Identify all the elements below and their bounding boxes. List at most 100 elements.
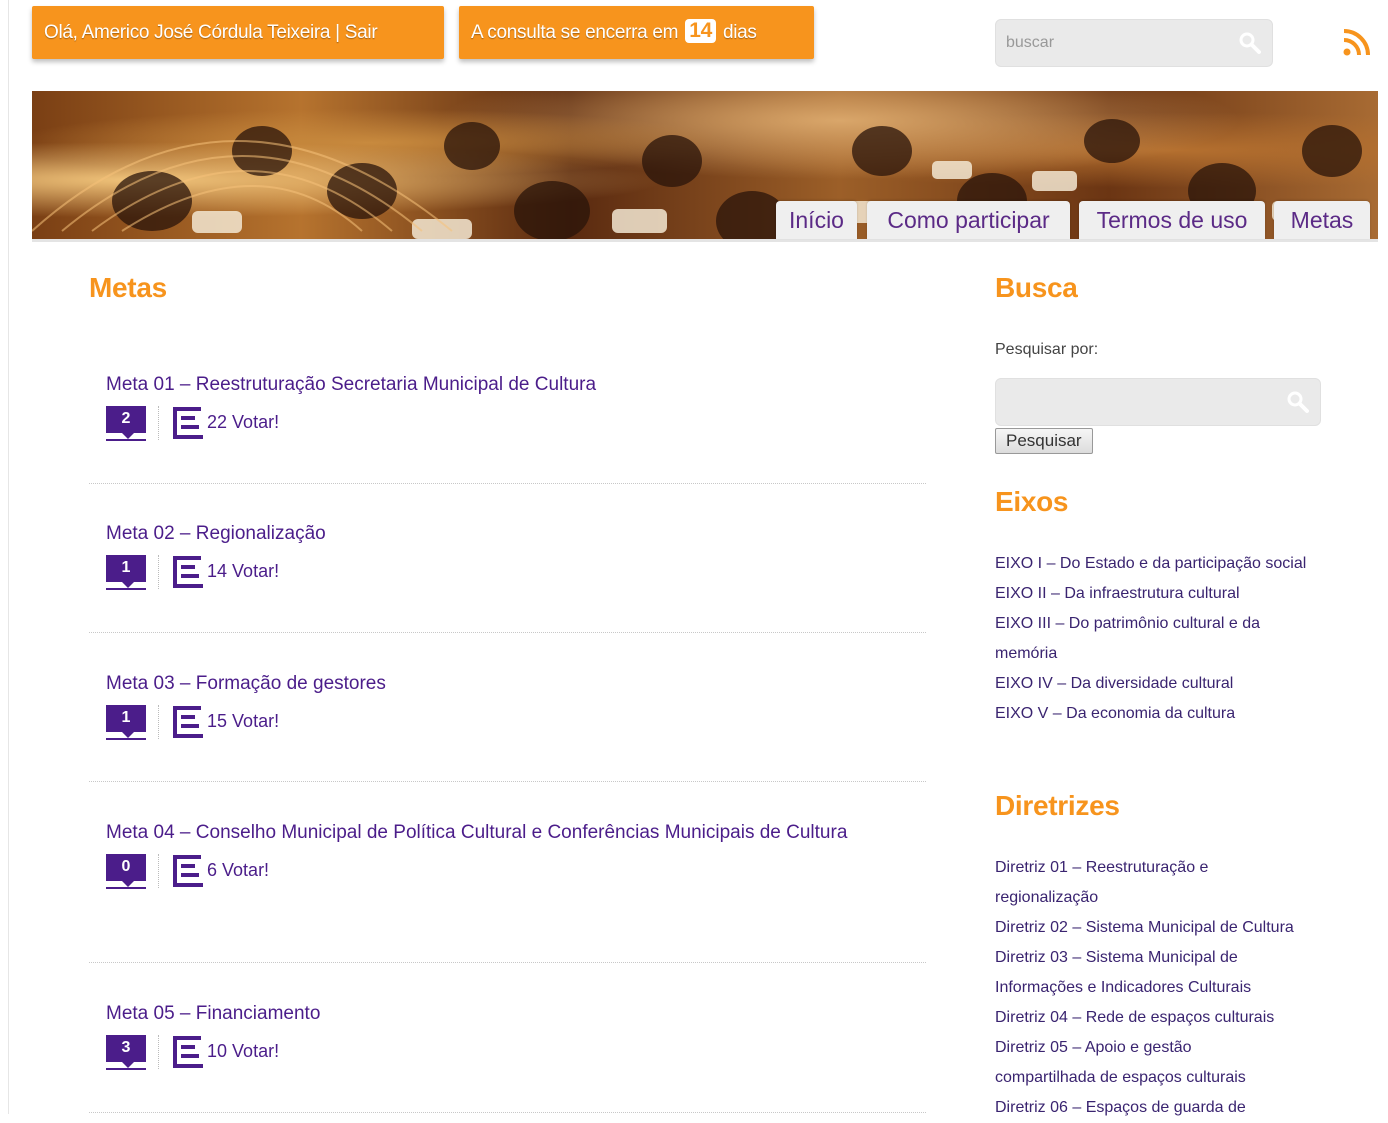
vote-label: Votar! — [222, 860, 270, 880]
vote-action[interactable]: 15 Votar! — [207, 709, 279, 733]
countdown-days-badge: 14 — [685, 19, 716, 43]
list-item: Diretriz 03 – Sistema Municipal de Infor… — [995, 943, 1295, 1003]
vote-label: Votar! — [232, 412, 280, 432]
list-separator — [89, 483, 926, 484]
stat-divider — [158, 1035, 159, 1069]
diretriz-link[interactable]: Diretriz 02 – Sistema Municipal de Cultu… — [995, 919, 1294, 936]
tab-metas[interactable]: Metas — [1274, 201, 1370, 239]
comment-badge-underline — [106, 1068, 146, 1070]
vote-count: 22 — [207, 412, 228, 432]
countdown-prefix: A consulta se encerra em — [471, 22, 679, 43]
list-item: EIXO I – Do Estado e da participação soc… — [995, 549, 1315, 579]
sidebar-search-title: Busca — [995, 272, 1078, 303]
meta-stats: 1 14 Votar! — [106, 555, 926, 595]
stat-divider — [158, 406, 159, 440]
header-search-input[interactable] — [996, 20, 1226, 66]
banner-divider — [32, 239, 1378, 242]
sidebar-search-input[interactable] — [996, 379, 1266, 425]
comment-count: 3 — [106, 1035, 146, 1062]
comment-count-badge[interactable]: 1 — [106, 555, 146, 591]
list-item: Meta 02 – Regionalização 1 14 Votar! — [89, 519, 926, 595]
comment-count: 1 — [106, 555, 146, 582]
bar-list-icon — [173, 855, 203, 887]
rss-icon[interactable] — [1342, 27, 1372, 57]
bar-list-icon — [173, 706, 203, 738]
list-item: Diretriz 02 – Sistema Municipal de Cultu… — [995, 913, 1325, 943]
list-item: Diretriz 06 – Espaços de guarda de — [995, 1093, 1325, 1123]
eixo-link[interactable]: EIXO II – Da infraestrutura cultural — [995, 585, 1240, 602]
search-icon[interactable] — [1238, 31, 1262, 55]
diretriz-link[interactable]: Diretriz 03 – Sistema Municipal de Infor… — [995, 949, 1251, 996]
comment-count: 2 — [106, 406, 146, 433]
page-edge — [8, 0, 9, 1114]
comment-count-badge[interactable]: 3 — [106, 1035, 146, 1071]
vote-count: 15 — [207, 711, 228, 731]
sidebar-search-label: Pesquisar por: — [995, 341, 1099, 358]
countdown-suffix: dias — [722, 22, 757, 43]
tab-inicio[interactable]: Início — [776, 201, 857, 239]
comment-count-badge[interactable]: 2 — [106, 406, 146, 442]
list-separator — [89, 1112, 926, 1113]
page-title: Metas — [89, 272, 167, 303]
meta-title-link[interactable]: Meta 02 – Regionalização — [106, 519, 926, 549]
list-item: EIXO II – Da infraestrutura cultural — [995, 579, 1315, 609]
eixo-link[interactable]: EIXO I – Do Estado e da participação soc… — [995, 555, 1306, 572]
tab-termos-de-uso[interactable]: Termos de uso — [1079, 201, 1265, 239]
list-item: EIXO III – Do patrimônio cultural e da m… — [995, 609, 1315, 669]
comment-badge-underline — [106, 887, 146, 889]
list-separator — [89, 962, 926, 963]
consultation-countdown: A consulta se encerra em 14 dias — [459, 6, 814, 59]
list-item: Meta 04 – Conselho Municipal de Política… — [89, 818, 926, 894]
list-item: Meta 03 – Formação de gestores 1 15 Vota… — [89, 669, 926, 745]
list-item: EIXO V – Da economia da cultura — [995, 699, 1315, 729]
sidebar-search-button[interactable]: Pesquisar — [995, 428, 1093, 454]
vote-action[interactable]: 6 Votar! — [207, 858, 269, 882]
meta-title-link[interactable]: Meta 03 – Formação de gestores — [106, 669, 926, 699]
bar-list-icon — [173, 1036, 203, 1068]
diretrizes-title: Diretrizes — [995, 790, 1120, 821]
vote-action[interactable]: 22 Votar! — [207, 410, 279, 434]
stat-divider — [158, 555, 159, 589]
list-item: Diretriz 01 – Reestruturação e regionali… — [995, 853, 1255, 913]
comment-badge-underline — [106, 439, 146, 441]
vote-label: Votar! — [232, 1041, 280, 1061]
list-item: Diretriz 04 – Rede de espaços culturais — [995, 1003, 1325, 1033]
comment-count: 1 — [106, 705, 146, 732]
stat-divider — [158, 705, 159, 739]
bar-list-icon — [173, 407, 203, 439]
meta-stats: 1 15 Votar! — [106, 705, 926, 745]
vote-label: Votar! — [232, 711, 280, 731]
diretrizes-list: Diretriz 01 – Reestruturação e regionali… — [995, 853, 1325, 1123]
eixo-link[interactable]: EIXO IV – Da diversidade cultural — [995, 675, 1233, 692]
vote-action[interactable]: 10 Votar! — [207, 1039, 279, 1063]
meta-stats: 2 22 Votar! — [106, 406, 926, 446]
list-item: Diretriz 05 – Apoio e gestão compartilha… — [995, 1033, 1285, 1093]
tab-como-participar[interactable]: Como participar — [867, 201, 1070, 239]
meta-title-link[interactable]: Meta 05 – Financiamento — [106, 999, 926, 1029]
meta-stats: 0 6 Votar! — [106, 854, 926, 894]
vote-count: 10 — [207, 1041, 228, 1061]
diretriz-link[interactable]: Diretriz 05 – Apoio e gestão compartilha… — [995, 1039, 1246, 1086]
eixos-title: Eixos — [995, 486, 1069, 517]
eixo-link[interactable]: EIXO III – Do patrimônio cultural e da m… — [995, 615, 1260, 662]
diretriz-link[interactable]: Diretriz 04 – Rede de espaços culturais — [995, 1009, 1274, 1026]
sidebar-search-box — [995, 378, 1321, 426]
list-separator — [89, 632, 926, 633]
diretriz-link[interactable]: Diretriz 06 – Espaços de guarda de — [995, 1099, 1246, 1116]
comment-count-badge[interactable]: 0 — [106, 854, 146, 890]
eixos-list: EIXO I – Do Estado e da participação soc… — [995, 549, 1315, 729]
vote-count: 14 — [207, 561, 228, 581]
comment-badge-underline — [106, 588, 146, 590]
meta-title-link[interactable]: Meta 04 – Conselho Municipal de Política… — [106, 818, 886, 848]
meta-title-link[interactable]: Meta 01 – Reestruturação Secretaria Muni… — [106, 370, 926, 400]
comment-count-badge[interactable]: 1 — [106, 705, 146, 741]
user-greeting-logout[interactable]: Olá, Americo José Córdula Teixeira | Sai… — [32, 6, 444, 59]
list-item: EIXO IV – Da diversidade cultural — [995, 669, 1315, 699]
header-search-box — [995, 19, 1273, 67]
vote-count: 6 — [207, 860, 218, 880]
eixo-link[interactable]: EIXO V – Da economia da cultura — [995, 705, 1235, 722]
search-icon[interactable] — [1286, 390, 1310, 414]
diretriz-link[interactable]: Diretriz 01 – Reestruturação e regionali… — [995, 859, 1208, 906]
vote-action[interactable]: 14 Votar! — [207, 559, 279, 583]
bar-list-icon — [173, 556, 203, 588]
